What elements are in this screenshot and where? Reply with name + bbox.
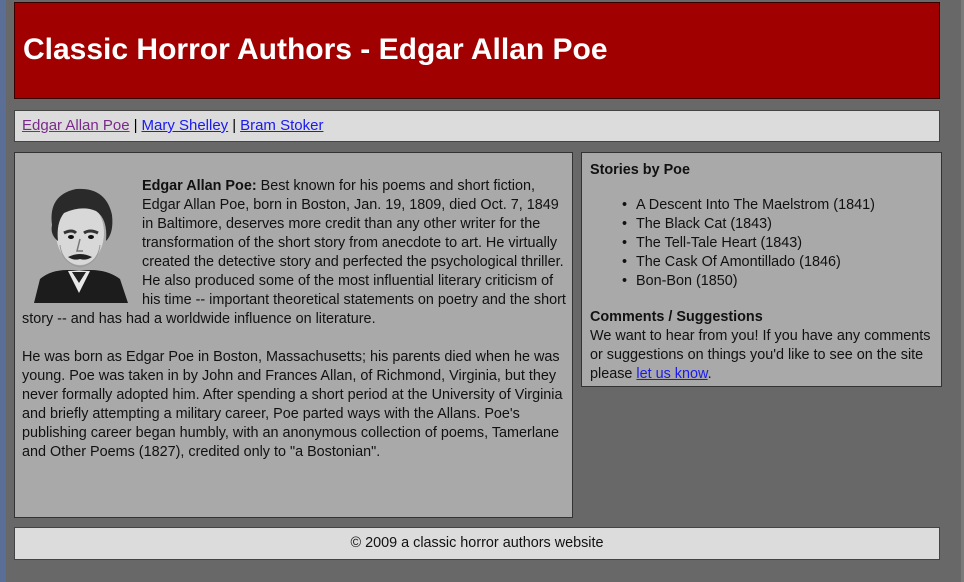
nav-link-bram-stoker[interactable]: Bram Stoker [240, 117, 323, 134]
site-footer: © 2009 a classic horror authors website [14, 527, 940, 560]
list-item: Bon-Bon (1850) [622, 272, 933, 291]
biography-subject-name: Edgar Allan Poe: [142, 178, 257, 194]
comments-end: . [707, 366, 712, 382]
site-header: Classic Horror Authors - Edgar Allan Poe [14, 2, 940, 99]
let-us-know-link[interactable]: let us know [636, 366, 707, 382]
biography-panel: Edgar Allan Poe: Best known for his poem… [14, 152, 573, 518]
biography-paragraph-2: He was born as Edgar Poe in Boston, Mass… [22, 349, 563, 460]
stories-list: A Descent Into The Maelstrom (1841) The … [590, 196, 933, 291]
poe-portrait-image [24, 175, 134, 303]
window-frame-left [0, 0, 6, 582]
list-item: The Black Cat (1843) [622, 215, 933, 234]
stories-heading: Stories by Poe [590, 162, 690, 178]
copyright-text: © 2009 a classic horror authors website [350, 535, 604, 551]
sidebar-panel: Stories by Poe A Descent Into The Maelst… [581, 152, 942, 387]
list-item: A Descent Into The Maelstrom (1841) [622, 196, 933, 215]
comments-text: We want to hear from you! If you have an… [590, 327, 933, 384]
list-item: The Tell-Tale Heart (1843) [622, 234, 933, 253]
comments-heading: Comments / Suggestions [590, 309, 763, 325]
page-title: Classic Horror Authors - Edgar Allan Poe [23, 33, 608, 66]
nav-separator: | [133, 117, 138, 134]
nav-link-mary-shelley[interactable]: Mary Shelley [141, 117, 228, 134]
list-item: The Cask Of Amontillado (1846) [622, 253, 933, 272]
nav-link-edgar-allan-poe[interactable]: Edgar Allan Poe [22, 117, 130, 134]
nav-separator: | [232, 117, 237, 134]
author-nav: Edgar Allan Poe | Mary Shelley | Bram Stoker [14, 110, 940, 142]
